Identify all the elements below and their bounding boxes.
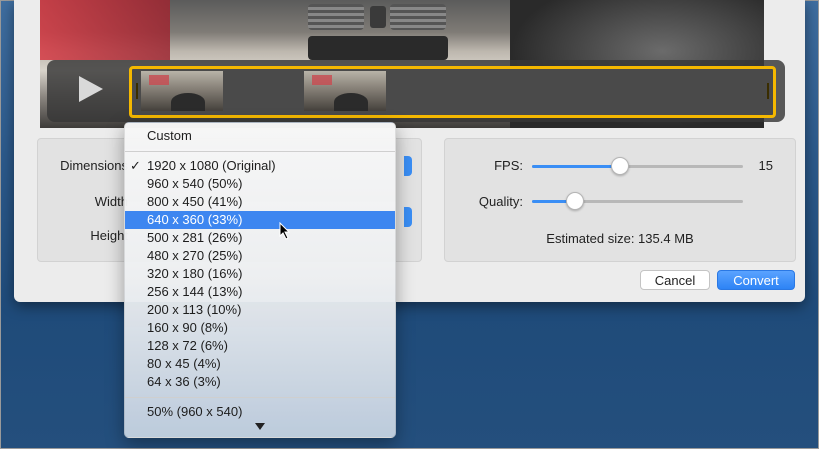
scroll-down-arrow-icon[interactable] — [255, 423, 265, 430]
dimensions-label: Dimensions — [60, 158, 128, 173]
menu-item-label: 480 x 270 (25%) — [147, 248, 243, 263]
menu-item-label: 50% (960 x 540) — [147, 404, 243, 419]
menu-item-dimension[interactable]: 64 x 36 (3%) — [125, 373, 395, 391]
menu-item-label: 200 x 113 (10%) — [147, 302, 242, 317]
menu-item-label: 128 x 72 (6%) — [147, 338, 228, 353]
menu-item-label: 160 x 90 (8%) — [147, 320, 228, 335]
cancel-button[interactable]: Cancel — [640, 270, 710, 290]
fps-value: 15 — [758, 158, 773, 173]
menu-item-dimension[interactable]: 800 x 450 (41%) — [125, 193, 395, 211]
menu-item-dimension[interactable]: 256 x 144 (13%) — [125, 283, 395, 301]
width-label: Width — [94, 194, 128, 209]
menu-item-label: 256 x 144 (13%) — [147, 284, 243, 299]
mouse-pointer-icon — [279, 222, 291, 240]
timeline-thumbnail — [304, 71, 386, 111]
play-icon[interactable] — [79, 76, 103, 102]
menu-item-dimension[interactable]: 320 x 180 (16%) — [125, 265, 395, 283]
menu-item-dimension[interactable]: 480 x 270 (25%) — [125, 247, 395, 265]
menu-item-dimension[interactable]: 160 x 90 (8%) — [125, 319, 395, 337]
trim-end-handle[interactable] — [767, 83, 769, 99]
fps-slider-knob[interactable] — [611, 157, 629, 175]
fps-label: FPS: — [494, 158, 523, 173]
menu-separator — [125, 151, 395, 152]
menu-item-dimension[interactable]: ✓ 1920 x 1080 (Original) — [125, 157, 395, 175]
timeline-thumbnail — [141, 71, 223, 111]
menu-item-current-selection[interactable]: 50% (960 x 540) — [125, 403, 395, 421]
menu-item-dimension[interactable]: 200 x 113 (10%) — [125, 301, 395, 319]
menu-item-dimension[interactable]: 640 x 360 (33%) — [125, 211, 395, 229]
output-settings-panel: FPS: 15 Quality: Estimated size: 135.4 M… — [444, 138, 796, 262]
trim-start-handle[interactable] — [136, 83, 138, 99]
fps-slider-fill — [532, 165, 619, 168]
menu-item-dimension[interactable]: 500 x 281 (26%) — [125, 229, 395, 247]
menu-item-dimension[interactable]: 128 x 72 (6%) — [125, 337, 395, 355]
timeline-scrubber — [47, 60, 785, 122]
fps-slider[interactable] — [532, 157, 743, 175]
checkmark-icon: ✓ — [130, 158, 141, 173]
menu-item-label: 960 x 540 (50%) — [147, 176, 243, 191]
menu-item-label: 64 x 36 (3%) — [147, 374, 221, 389]
menu-item-dimension[interactable]: 80 x 45 (4%) — [125, 355, 395, 373]
menu-item-dimension[interactable]: 960 x 540 (50%) — [125, 175, 395, 193]
menu-separator — [125, 397, 395, 398]
menu-item-label: Custom — [147, 128, 192, 143]
trim-range[interactable] — [129, 66, 776, 118]
quality-label: Quality: — [478, 194, 523, 209]
quality-slider[interactable] — [532, 192, 743, 210]
estimated-size: Estimated size: 135.4 MB — [546, 231, 694, 246]
menu-item-label: 800 x 450 (41%) — [147, 194, 243, 209]
width-stepper[interactable] — [404, 207, 412, 227]
height-label: Height — [90, 228, 128, 243]
menu-item-custom[interactable]: Custom — [125, 127, 395, 145]
menu-item-label: 320 x 180 (16%) — [147, 266, 243, 281]
menu-item-label: 80 x 45 (4%) — [147, 356, 221, 371]
dimensions-dropdown-menu: Custom ✓ 1920 x 1080 (Original) 960 x 540 … — [124, 122, 396, 438]
menu-item-label: 640 x 360 (33%) — [147, 212, 243, 227]
quality-slider-knob[interactable] — [566, 192, 584, 210]
menu-item-label: 1920 x 1080 (Original) — [147, 158, 276, 173]
menu-item-label: 500 x 281 (26%) — [147, 230, 243, 245]
convert-button[interactable]: Convert — [717, 270, 795, 290]
dimensions-popup-arrow[interactable] — [404, 156, 412, 176]
